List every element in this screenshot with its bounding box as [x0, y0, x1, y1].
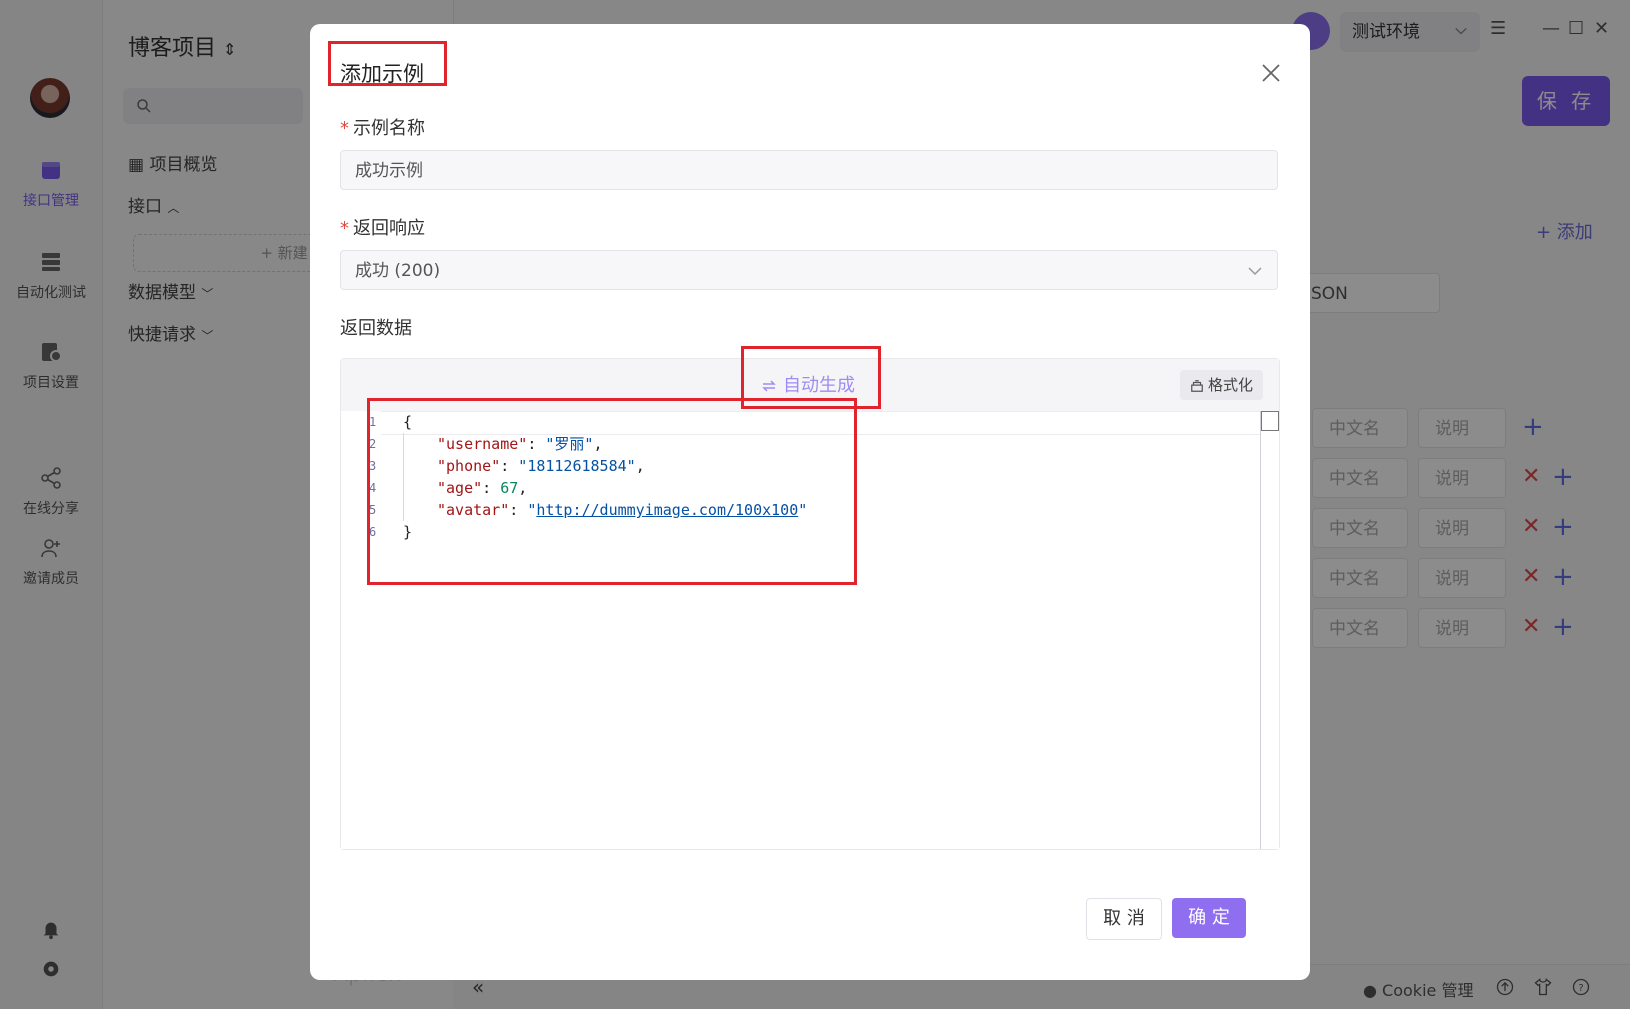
json-key: age — [446, 479, 474, 497]
json-key: username — [446, 435, 519, 453]
close-icon[interactable] — [1260, 62, 1282, 84]
code-text: "username": "罗丽", — [437, 435, 603, 453]
json-value: 罗丽 — [554, 435, 585, 453]
auto-generate-button[interactable]: 自动生成 — [761, 371, 855, 397]
line-number: 2 — [369, 437, 377, 451]
code-text: } — [403, 523, 413, 541]
code-text: { — [403, 413, 413, 431]
editor-toolbar: 自动生成 格式化 — [341, 359, 1279, 411]
response-select-value: 成功 (200) — [355, 261, 441, 281]
auto-generate-label: 自动生成 — [783, 375, 855, 396]
line-number: 3 — [369, 459, 377, 473]
chevron-down-icon — [1248, 267, 1262, 276]
code-text: "phone": "18112618584", — [437, 457, 645, 475]
editor-scrollbar[interactable] — [1260, 411, 1279, 849]
add-example-dialog: 添加示例 * 示例名称 成功示例 * 返回响应 成功 (200) 返回数据 自动生成… — [310, 24, 1310, 980]
line-number: 1 — [369, 415, 377, 429]
label-text: 返回响应 — [353, 218, 425, 239]
cancel-button[interactable]: 取 消 — [1086, 898, 1162, 940]
refresh-icon — [762, 380, 776, 392]
indent-guide — [403, 433, 404, 521]
code-area[interactable]: 1 { 2 "username": "罗丽", 3 "phone": "1811… — [341, 411, 1261, 849]
format-icon — [1191, 380, 1203, 392]
line-number: 6 — [369, 525, 377, 539]
json-value: 67 — [500, 479, 519, 497]
example-name-input[interactable]: 成功示例 — [340, 150, 1278, 190]
code-text: "avatar": "http://dummyimage.com/100x100… — [437, 501, 808, 519]
line-number: 5 — [369, 503, 377, 517]
response-data-label: 返回数据 — [340, 318, 412, 339]
code-text: "age": 67, — [437, 479, 528, 497]
current-line-highlight — [381, 411, 1261, 435]
scrollbar-thumb[interactable] — [1261, 411, 1279, 431]
json-key: avatar — [446, 501, 501, 519]
example-name-label: * 示例名称 — [340, 114, 425, 140]
json-key: phone — [446, 457, 492, 475]
confirm-button[interactable]: 确 定 — [1172, 898, 1246, 938]
required-mark: * — [340, 118, 349, 139]
label-text: 示例名称 — [353, 118, 425, 139]
required-mark: * — [340, 218, 349, 239]
line-number: 4 — [369, 481, 377, 495]
format-button[interactable]: 格式化 — [1179, 370, 1263, 400]
dialog-title: 添加示例 — [340, 62, 424, 86]
format-label: 格式化 — [1207, 376, 1253, 394]
response-label: * 返回响应 — [340, 214, 425, 240]
json-url-value[interactable]: http://dummyimage.com/100x100 — [536, 501, 798, 519]
response-select[interactable]: 成功 (200) — [340, 250, 1278, 290]
json-value: 18112618584 — [527, 457, 627, 475]
code-editor[interactable]: 自动生成 格式化 1 { 2 "username": "罗丽", 3 "phon… — [340, 358, 1280, 850]
